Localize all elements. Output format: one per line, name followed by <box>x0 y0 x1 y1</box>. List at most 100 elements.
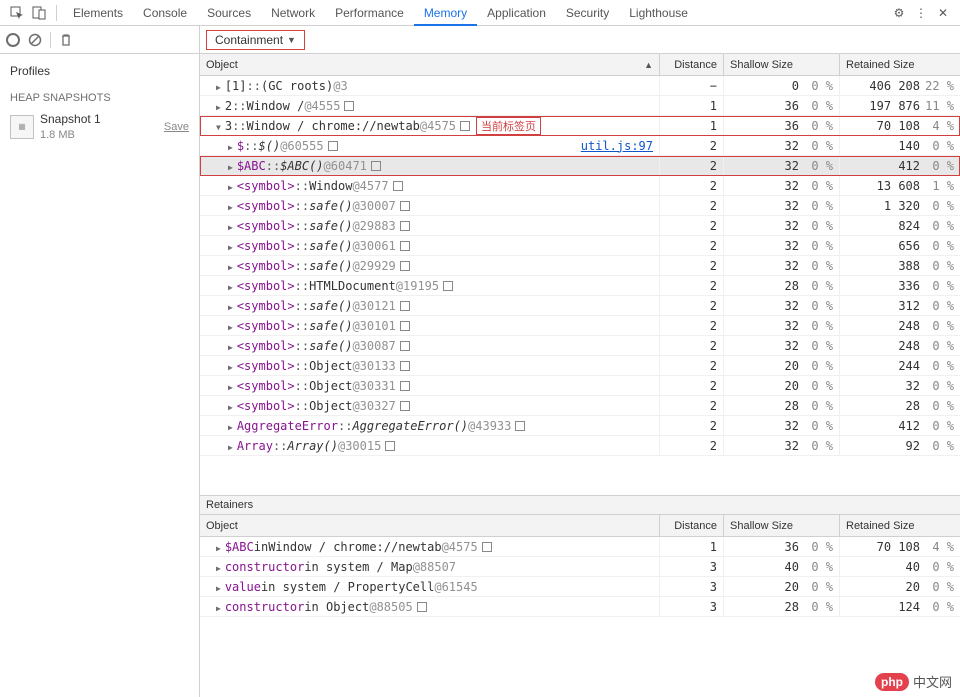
expand-icon[interactable] <box>216 580 225 594</box>
tab-application[interactable]: Application <box>477 0 556 26</box>
tab-memory[interactable]: Memory <box>414 0 477 26</box>
clear-icon[interactable] <box>28 33 42 47</box>
tab-lighthouse[interactable]: Lighthouse <box>619 0 698 26</box>
table-row[interactable]: <symbol> :: safe() @300072320 %1 3200 % <box>200 196 960 216</box>
table-row[interactable]: AggregateError :: AggregateError() @4393… <box>200 416 960 436</box>
save-link[interactable]: Save <box>164 121 189 133</box>
col-shallow[interactable]: Shallow Size <box>724 54 840 75</box>
expand-icon[interactable] <box>216 119 225 133</box>
watermark: php 中文网 <box>875 672 952 691</box>
inspect-icon[interactable] <box>10 6 24 20</box>
table-row[interactable]: $ABC in Window / chrome://newtab @457513… <box>200 537 960 557</box>
record-icon[interactable] <box>6 33 20 47</box>
snapshot-size: 1.8 MB <box>40 128 158 142</box>
col-shallow[interactable]: Shallow Size <box>724 515 840 536</box>
tab-sources[interactable]: Sources <box>197 0 261 26</box>
expand-icon[interactable] <box>228 179 237 193</box>
table-row[interactable]: <symbol> :: HTMLDocument @191952280 %336… <box>200 276 960 296</box>
expand-icon[interactable] <box>228 419 237 433</box>
separator <box>56 5 57 21</box>
expand-icon[interactable] <box>228 219 237 233</box>
tab-network[interactable]: Network <box>261 0 325 26</box>
table-row[interactable]: $ABC :: $ABC() @604712320 %4120 % <box>200 156 960 176</box>
devtools-topbar: ElementsConsoleSourcesNetworkPerformance… <box>0 0 960 26</box>
table-row[interactable]: <symbol> :: safe() @298832320 %8240 % <box>200 216 960 236</box>
device-toggle-icon[interactable] <box>32 6 46 20</box>
tab-console[interactable]: Console <box>133 0 197 26</box>
table-row[interactable]: <symbol> :: Object @301332200 %2440 % <box>200 356 960 376</box>
col-retained[interactable]: Retained Size <box>840 54 960 75</box>
objects-grid: [1] :: (GC roots) @3−00 %406 20822 %2 ::… <box>200 76 960 495</box>
expand-icon[interactable] <box>228 199 237 213</box>
snapshot-name: Snapshot 1 <box>40 112 158 128</box>
watermark-text: 中文网 <box>913 672 952 691</box>
table-row[interactable]: <symbol> :: safe() @299292320 %3880 % <box>200 256 960 276</box>
element-icon <box>482 542 492 552</box>
element-icon <box>400 241 410 251</box>
expand-icon[interactable] <box>228 439 237 453</box>
memory-toolbar: Containment ▼ <box>0 26 960 54</box>
element-icon <box>400 321 410 331</box>
table-row[interactable]: <symbol> :: safe() @300872320 %2480 % <box>200 336 960 356</box>
tab-security[interactable]: Security <box>556 0 619 26</box>
table-row[interactable]: 2 :: Window / @45551360 %197 87611 % <box>200 96 960 116</box>
expand-icon[interactable] <box>216 560 225 574</box>
table-row[interactable]: value in system / PropertyCell @61545320… <box>200 577 960 597</box>
table-row[interactable]: <symbol> :: Object @303272280 %280 % <box>200 396 960 416</box>
expand-icon[interactable] <box>216 540 225 554</box>
table-row[interactable]: constructor in Object @885053280 %1240 % <box>200 597 960 617</box>
snapshot-thumb-icon: ▦ <box>10 115 34 139</box>
retainers-header: Object Distance Shallow Size Retained Si… <box>200 515 960 537</box>
snapshot-item[interactable]: ▦ Snapshot 1 1.8 MB Save <box>0 108 199 146</box>
expand-icon[interactable] <box>228 359 237 373</box>
expand-icon[interactable] <box>228 239 237 253</box>
element-icon <box>393 181 403 191</box>
table-row[interactable]: <symbol> :: safe() @301212320 %3120 % <box>200 296 960 316</box>
expand-icon[interactable] <box>228 319 237 333</box>
element-icon <box>400 201 410 211</box>
expand-icon[interactable] <box>228 259 237 273</box>
element-icon <box>400 301 410 311</box>
table-row[interactable]: 3 :: Window / chrome://newtab @4575当前标签页… <box>200 116 960 136</box>
expand-icon[interactable] <box>216 79 225 93</box>
expand-icon[interactable] <box>228 279 237 293</box>
table-row[interactable]: $ :: $() @60555util.js:972320 %1400 % <box>200 136 960 156</box>
element-icon <box>400 341 410 351</box>
table-row[interactable]: <symbol> :: safe() @300612320 %6560 % <box>200 236 960 256</box>
element-icon <box>371 161 381 171</box>
expand-icon[interactable] <box>228 139 237 153</box>
settings-icon[interactable]: ⚙ <box>892 6 906 20</box>
trash-icon[interactable] <box>59 33 73 47</box>
element-icon <box>328 141 338 151</box>
more-icon[interactable]: ⋮ <box>914 6 928 20</box>
expand-icon[interactable] <box>228 339 237 353</box>
expand-icon[interactable] <box>228 379 237 393</box>
expand-icon[interactable] <box>216 600 225 614</box>
table-row[interactable]: <symbol> :: safe() @301012320 %2480 % <box>200 316 960 336</box>
view-dropdown[interactable]: Containment ▼ <box>206 30 305 50</box>
close-icon[interactable]: ✕ <box>936 6 950 20</box>
retainers-grid: $ABC in Window / chrome://newtab @457513… <box>200 537 960 697</box>
table-row[interactable]: Array :: Array() @300152320 %920 % <box>200 436 960 456</box>
tab-elements[interactable]: Elements <box>63 0 133 26</box>
annotation: 当前标签页 <box>476 117 541 135</box>
col-distance[interactable]: Distance <box>660 515 724 536</box>
table-row[interactable]: [1] :: (GC roots) @3−00 %406 20822 % <box>200 76 960 96</box>
col-object[interactable]: Object▲ <box>200 54 660 75</box>
retainers-heading: Retainers <box>200 495 960 515</box>
tab-performance[interactable]: Performance <box>325 0 414 26</box>
dropdown-label: Containment <box>215 33 283 47</box>
table-row[interactable]: <symbol> :: Object @303312200 %320 % <box>200 376 960 396</box>
expand-icon[interactable] <box>228 299 237 313</box>
expand-icon[interactable] <box>216 99 225 113</box>
table-row[interactable]: constructor in system / Map @885073400 %… <box>200 557 960 577</box>
source-link[interactable]: util.js:97 <box>581 139 653 153</box>
col-retained[interactable]: Retained Size <box>840 515 960 536</box>
table-row[interactable]: <symbol> :: Window @45772320 %13 6081 % <box>200 176 960 196</box>
col-object[interactable]: Object <box>200 515 660 536</box>
element-icon <box>344 101 354 111</box>
col-distance[interactable]: Distance <box>660 54 724 75</box>
element-icon <box>400 401 410 411</box>
expand-icon[interactable] <box>228 159 237 173</box>
expand-icon[interactable] <box>228 399 237 413</box>
